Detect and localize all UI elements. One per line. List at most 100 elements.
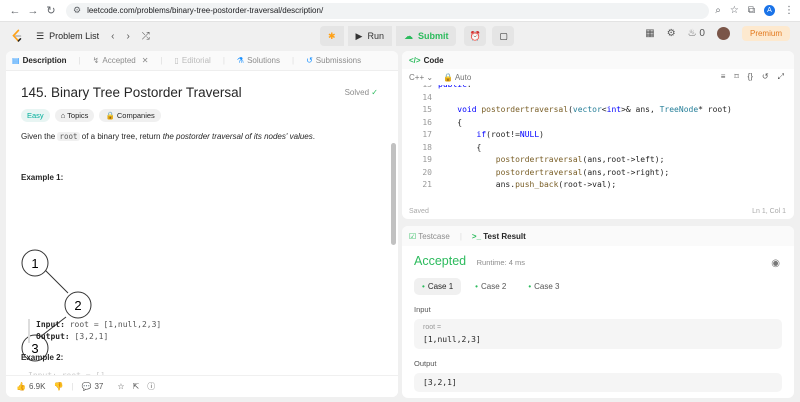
thumbs-up-icon: 👍 xyxy=(16,382,26,391)
case-label: Case 1 xyxy=(427,282,454,291)
problem-tags: Easy ⌂ Topics 🔒 Companies xyxy=(21,109,383,122)
bookmark-icon[interactable]: ⌑ xyxy=(734,72,738,82)
scrollbar[interactable] xyxy=(391,143,396,245)
tree-node-label: 2 xyxy=(74,298,81,313)
runtime: Runtime: 4 ms xyxy=(476,258,525,267)
test-result-panel: ☑ Testcase | >_ Test Result Accepted Run… xyxy=(402,226,794,398)
leetcode-logo-icon[interactable] xyxy=(10,29,24,43)
run-button[interactable]: ▶ Run xyxy=(347,26,392,46)
extensions-icon[interactable]: ⧉ xyxy=(748,5,755,16)
example-1-block: Input: root = [1,null,2,3] Output: [3,2,… xyxy=(28,319,161,343)
terminal-icon: >_ xyxy=(471,231,482,241)
note-icon: ▢ xyxy=(499,30,508,41)
topics-button[interactable]: ⌂ Topics xyxy=(54,109,95,122)
thumbs-down-icon[interactable]: 👎 xyxy=(53,382,63,391)
format-icon[interactable]: ≡ xyxy=(721,72,726,82)
tab-accepted[interactable]: ↯ Accepted ✕ xyxy=(93,56,149,65)
statement-emphasis: the postorder traversal of its nodes' va… xyxy=(162,132,313,141)
companies-button[interactable]: 🔒 Companies xyxy=(99,109,161,122)
tab-testcase[interactable]: ☑ Testcase xyxy=(409,232,450,241)
output-box[interactable]: [3,2,1] xyxy=(414,373,782,392)
reset-icon[interactable]: ↺ xyxy=(762,72,769,82)
code-editor[interactable]: 13 14 15 16 17 18 19 20 21 public: void … xyxy=(402,85,794,189)
streak-counter[interactable]: ♨ 0 xyxy=(688,28,705,39)
statement-text: of a binary tree, return xyxy=(79,132,163,141)
tab-solutions[interactable]: ⚗ Solutions xyxy=(237,56,280,65)
help-icon[interactable]: ⓘ xyxy=(147,381,155,392)
problem-title[interactable]: 145. Binary Tree Postorder Traversal xyxy=(21,85,383,100)
premium-button[interactable]: Premium xyxy=(741,26,790,41)
prev-problem-icon[interactable]: ‹ xyxy=(111,31,114,42)
tab-test-result[interactable]: >_ Test Result xyxy=(472,232,526,241)
tab-editorial[interactable]: ▯ Editorial xyxy=(175,56,211,65)
tab-divider: | xyxy=(160,56,163,65)
tab-submissions-label: Submissions xyxy=(315,56,362,65)
case-tab[interactable]: • Case 1 xyxy=(414,278,462,295)
topics-label: Topics xyxy=(67,111,89,120)
tab-solutions-label: Solutions xyxy=(247,56,280,65)
lock-icon: 🔒 xyxy=(105,111,115,120)
tab-divider: | xyxy=(78,56,81,65)
code-panel-title: Code xyxy=(423,55,444,65)
input-box[interactable]: root = [1,null,2,3] xyxy=(414,319,782,349)
like-button[interactable]: 👍 6.9K xyxy=(16,382,45,391)
bookmark-star-icon[interactable]: ☆ xyxy=(730,5,739,16)
zoom-icon[interactable]: ⌕ xyxy=(715,5,721,16)
tab-submissions[interactable]: ↺ Submissions xyxy=(306,56,361,65)
reload-icon[interactable]: ↻ xyxy=(42,4,60,17)
auto-label: Auto xyxy=(454,72,472,82)
problem-list-label: Problem List xyxy=(49,31,100,41)
close-icon[interactable]: ✕ xyxy=(142,56,149,65)
debug-button[interactable]: ✱ xyxy=(320,26,344,46)
difficulty-badge: Easy xyxy=(21,109,50,122)
pass-dot-icon: • xyxy=(528,282,532,291)
example-1-heading: Example 1: xyxy=(21,173,64,182)
companies-label: Companies xyxy=(116,111,155,120)
line-numbers: 13 14 15 16 17 18 19 20 21 xyxy=(402,85,432,189)
submit-button[interactable]: ☁ Submit xyxy=(395,26,457,46)
eye-icon[interactable]: ◉ xyxy=(771,258,780,269)
site-info-icon[interactable]: ⚙ xyxy=(73,5,81,16)
cloud-upload-icon: ☁ xyxy=(403,30,413,41)
result-content: Accepted Runtime: 4 ms ◉ • Case 1 • Case 2… xyxy=(402,246,794,398)
case-tab[interactable]: • Case 2 xyxy=(467,278,514,295)
share-icon[interactable]: ⇱ xyxy=(133,382,140,391)
run-label: Run xyxy=(367,31,384,41)
comment-icon: 💬 xyxy=(81,382,92,391)
settings-icon[interactable]: ⚙ xyxy=(667,28,676,39)
user-avatar[interactable] xyxy=(716,27,730,40)
cursor-position: Ln 1, Col 1 xyxy=(752,208,786,215)
auto-mode[interactable]: 🔒 Auto xyxy=(443,73,471,82)
problem-list-button[interactable]: ☰ Problem List xyxy=(36,31,99,42)
code-toolbar: C++ ⌄ 🔒 Auto ≡ ⌑ {} ↺ ⤢ xyxy=(402,69,794,85)
braces-icon[interactable]: {} xyxy=(748,72,753,82)
profile-avatar[interactable]: A xyxy=(764,5,775,16)
layout-icon[interactable]: ▦ xyxy=(645,28,654,39)
language-select[interactable]: C++ ⌄ xyxy=(409,73,433,82)
forward-icon[interactable]: → xyxy=(24,5,42,17)
shuffle-icon[interactable]: ⤮ xyxy=(142,31,150,42)
check-circle-icon: ✓ xyxy=(371,88,378,97)
case-tab[interactable]: • Case 3 xyxy=(520,278,567,295)
tab-divider: | xyxy=(291,56,295,65)
alarm-icon: ⏰ xyxy=(469,30,482,41)
comments-button[interactable]: 💬 37 xyxy=(81,382,103,391)
pass-dot-icon: • xyxy=(422,282,425,291)
back-icon[interactable]: ← xyxy=(6,5,24,17)
timer-button[interactable]: ⏰ xyxy=(464,26,487,46)
example-2-heading: Example 2: xyxy=(21,353,64,362)
case-label: Case 3 xyxy=(534,282,560,291)
tag-icon: ⌂ xyxy=(60,111,66,120)
next-problem-icon[interactable]: › xyxy=(126,31,129,42)
problem-statement: Given the root of a binary tree, return … xyxy=(21,132,383,141)
notes-button[interactable]: ▢ xyxy=(492,26,515,46)
star-icon[interactable]: ☆ xyxy=(117,382,124,391)
play-icon: ▶ xyxy=(355,30,363,41)
address-bar[interactable]: ⚙ leetcode.com/problems/binary-tree-post… xyxy=(66,2,710,19)
browser-menu-icon[interactable]: ⋮ xyxy=(784,5,794,16)
expand-icon[interactable]: ⤢ xyxy=(778,72,784,82)
tab-description-label: Description xyxy=(22,56,67,65)
code-text: public: void postordertraversal(vector<i… xyxy=(438,85,732,189)
description-panel: ▤ Description | ↯ Accepted ✕ | ▯ Editorial |… xyxy=(6,51,398,397)
tab-description[interactable]: ▤ Description xyxy=(12,56,67,65)
